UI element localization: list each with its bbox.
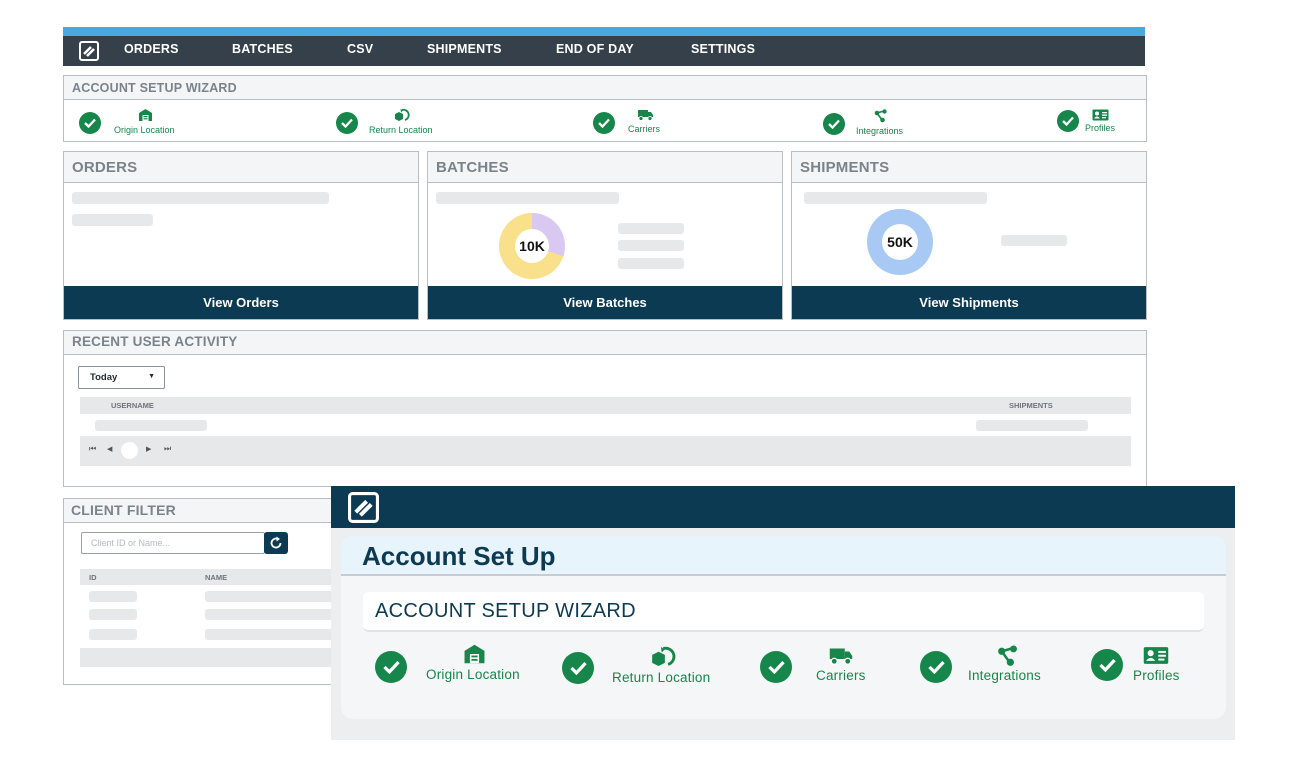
skeleton-line — [95, 420, 207, 431]
column-shipments[interactable]: SHIPMENTS — [1009, 401, 1053, 410]
overlay-step-label[interactable]: Carriers — [816, 668, 866, 683]
date-range-select[interactable]: Today ▼ — [78, 366, 165, 389]
batches-donut-chart: 10K — [499, 213, 565, 279]
check-circle-icon[interactable] — [1091, 649, 1123, 681]
batches-card-title: BATCHES — [428, 152, 782, 183]
caret-down-icon: ▼ — [148, 373, 155, 380]
skeleton-line — [72, 192, 329, 204]
nav-csv[interactable]: CSV — [347, 42, 373, 56]
skeleton-line — [72, 214, 153, 226]
nav-settings[interactable]: SETTINGS — [691, 42, 755, 56]
account-setup-title: Account Set Up — [341, 536, 1226, 576]
account-setup-overlay: Account Set Up ACCOUNT SETUP WIZARD Orig… — [331, 486, 1235, 740]
client-filter-title: CLIENT FILTER — [64, 499, 332, 523]
account-setup-card: Account Set Up ACCOUNT SETUP WIZARD Orig… — [341, 536, 1226, 719]
skeleton-line — [976, 420, 1088, 431]
wizard-step-label: Carriers — [628, 124, 661, 134]
skeleton-line — [804, 192, 987, 204]
top-nav-bar: ORDERS BATCHES CSV SHIPMENTS END OF DAY … — [63, 27, 1145, 66]
wizard-step-integrations[interactable] — [823, 113, 845, 135]
wizard-step-origin-location[interactable] — [79, 112, 101, 134]
truck-icon — [828, 647, 854, 670]
wizard-step-carriers[interactable] — [593, 112, 615, 134]
skeleton-line — [89, 629, 137, 640]
skeleton-line — [1001, 235, 1067, 246]
id-card-icon — [1143, 646, 1169, 670]
skeleton-line — [89, 609, 137, 620]
first-page-icon[interactable]: ⏮ — [89, 444, 96, 454]
client-pagination — [80, 648, 334, 667]
recent-user-activity-panel: RECENT USER ACTIVITY Today ▼ USERNAME SH… — [63, 330, 1147, 487]
wizard-step-label: Integrations — [856, 126, 904, 136]
check-circle-icon[interactable] — [375, 651, 407, 683]
check-circle-icon[interactable] — [562, 652, 594, 684]
wizard-step-label: Origin Location — [114, 125, 175, 135]
skeleton-line — [436, 192, 619, 204]
date-range-value: Today — [90, 372, 118, 383]
last-page-icon[interactable]: ⏭ — [164, 444, 171, 454]
check-circle-icon — [823, 113, 845, 135]
check-circle-icon — [79, 112, 101, 134]
shipments-donut-chart: 50K — [867, 209, 933, 275]
prev-page-icon[interactable]: ◀ — [107, 445, 112, 453]
check-circle-icon[interactable] — [760, 651, 792, 683]
client-table-header: ID NAME — [80, 569, 334, 585]
nav-shipments[interactable]: SHIPMENTS — [427, 42, 502, 56]
wizard-step-label: Return Location — [369, 125, 433, 135]
overlay-step-label[interactable]: Profiles — [1133, 668, 1180, 683]
refresh-icon — [270, 536, 282, 549]
nav-orders[interactable]: ORDERS — [124, 42, 179, 56]
shipments-donut-value: 50K — [882, 224, 918, 260]
view-orders-button[interactable]: View Orders — [64, 286, 418, 319]
activity-pagination: ⏮ ◀ ▶ ⏭ — [80, 436, 1131, 466]
wizard-title: ACCOUNT SETUP WIZARD — [64, 76, 1146, 100]
overlay-wizard-title: ACCOUNT SETUP WIZARD — [363, 592, 1204, 632]
next-page-icon[interactable]: ▶ — [146, 445, 151, 453]
activity-title: RECENT USER ACTIVITY — [64, 331, 1146, 355]
client-search-input[interactable]: Client ID or Name... — [81, 532, 265, 554]
overlay-step-label[interactable]: Integrations — [968, 668, 1041, 683]
skeleton-line — [205, 629, 334, 640]
warehouse-icon — [463, 643, 486, 670]
skeleton-line — [618, 258, 684, 269]
column-id[interactable]: ID — [89, 573, 97, 582]
skeleton-line — [205, 609, 334, 620]
view-shipments-button[interactable]: View Shipments — [792, 286, 1146, 319]
orders-card: ORDERS View Orders — [63, 151, 419, 320]
overlay-header-bar — [331, 486, 1235, 528]
account-setup-wizard-panel: ACCOUNT SETUP WIZARD Origin Location Ret… — [63, 75, 1147, 142]
wizard-step-profiles[interactable] — [1057, 110, 1079, 132]
overlay-step-label[interactable]: Return Location — [612, 670, 710, 685]
check-circle-icon[interactable] — [920, 651, 952, 683]
skeleton-line — [89, 591, 137, 602]
shipments-card: SHIPMENTS 50K View Shipments — [791, 151, 1147, 320]
activity-table-header: USERNAME SHIPMENTS — [80, 397, 1131, 414]
current-page-indicator[interactable] — [121, 442, 138, 459]
batches-card: BATCHES 10K View Batches — [427, 151, 783, 320]
client-filter-panel: CLIENT FILTER Client ID or Name... ID NA… — [63, 498, 334, 685]
batches-donut-value: 10K — [515, 229, 549, 263]
check-circle-icon — [1057, 110, 1079, 132]
overlay-step-label[interactable]: Origin Location — [426, 667, 520, 682]
skeleton-line — [205, 591, 334, 602]
skeleton-line — [618, 223, 684, 234]
app-logo-icon — [348, 492, 379, 528]
check-circle-icon — [593, 112, 615, 134]
column-username[interactable]: USERNAME — [111, 401, 154, 410]
wizard-step-label: Profiles — [1085, 123, 1116, 133]
return-box-icon — [649, 645, 676, 673]
shipments-card-title: SHIPMENTS — [792, 152, 1146, 183]
orders-card-title: ORDERS — [64, 152, 418, 183]
app-logo-icon[interactable] — [78, 40, 100, 62]
wizard-step-return-location[interactable] — [336, 112, 358, 134]
column-name[interactable]: NAME — [205, 573, 227, 582]
skeleton-line — [618, 240, 684, 251]
check-circle-icon — [336, 112, 358, 134]
view-batches-button[interactable]: View Batches — [428, 286, 782, 319]
nav-batches[interactable]: BATCHES — [232, 42, 293, 56]
nav-end-of-day[interactable]: END OF DAY — [556, 42, 634, 56]
refresh-button[interactable] — [264, 532, 288, 554]
